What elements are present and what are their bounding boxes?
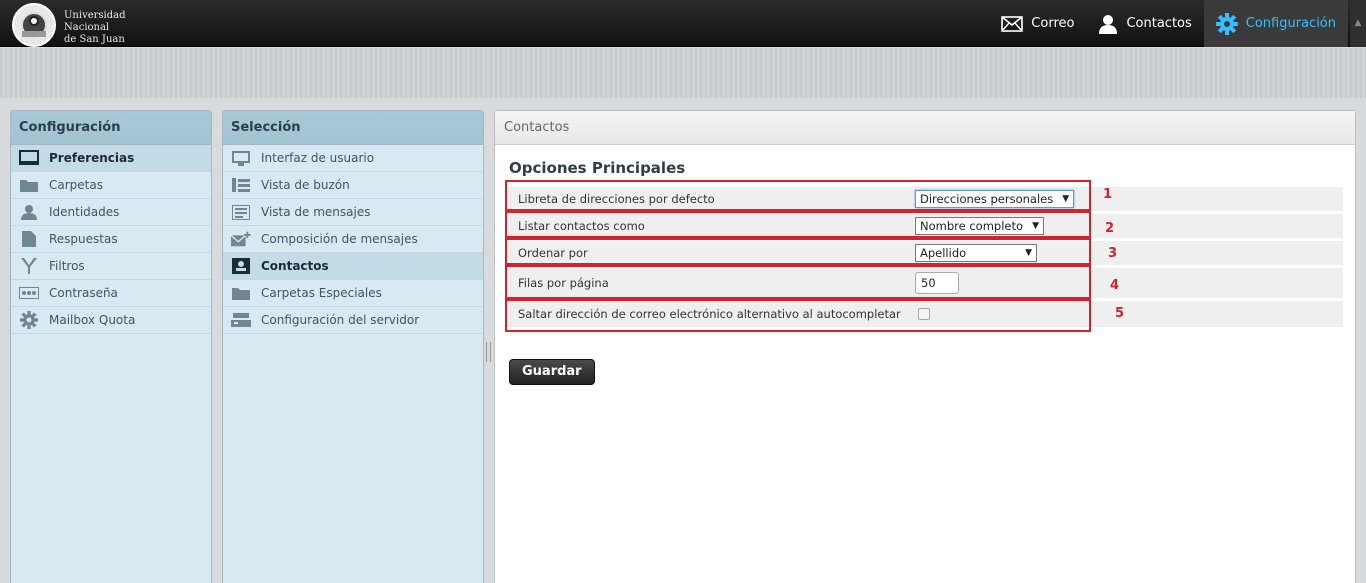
section-item-carpetas-especiales[interactable]: Carpetas Especiales <box>223 280 483 307</box>
password-icon <box>19 285 39 301</box>
header-texture <box>0 48 1366 98</box>
university-name-line3: de San Juan <box>64 34 125 45</box>
section-item-vista-buzon[interactable]: Vista de buzón <box>223 172 483 199</box>
annotation-box-4 <box>505 265 1091 299</box>
sidebar-item-label: Identidades <box>49 205 120 219</box>
monitor-icon <box>19 150 39 166</box>
contact-card-icon <box>231 258 251 274</box>
sidebar-item-preferencias[interactable]: Preferencias <box>11 145 211 172</box>
sidebar-title: Configuración <box>11 111 211 145</box>
sidebar-item-label: Contraseña <box>49 286 118 300</box>
top-nav: Correo Contactos Configuración <box>989 0 1348 47</box>
nav-contacts-button[interactable]: Contactos <box>1086 0 1203 47</box>
section-item-contactos[interactable]: Contactos <box>223 253 483 280</box>
server-icon <box>231 312 251 328</box>
sidebar-item-label: Preferencias <box>49 151 135 165</box>
preferences-panel: Contactos Opciones Principales Libreta d… <box>494 110 1356 583</box>
annotation-number-1: 1 <box>1103 187 1113 202</box>
top-bar: Universidad Nacional de San Juan Correo … <box>0 0 1366 47</box>
annotation-number-4: 4 <box>1110 278 1120 293</box>
settings-sidebar: Configuración Preferencias Carpetas Iden… <box>10 110 212 583</box>
message-icon <box>231 204 251 220</box>
annotation-number-2: 2 <box>1105 221 1115 236</box>
sidebar-item-carpetas[interactable]: Carpetas <box>11 172 211 199</box>
section-list: Selección Interfaz de usuario Vista de b… <box>222 110 484 583</box>
monitor-icon <box>231 150 251 166</box>
section-item-label: Configuración del servidor <box>261 313 420 327</box>
folder-icon <box>19 177 39 193</box>
sidebar-item-mailbox-quota[interactable]: Mailbox Quota <box>11 307 211 334</box>
nav-mail-label: Correo <box>1031 16 1075 31</box>
compose-icon <box>231 231 251 247</box>
sidebar-item-label: Respuestas <box>49 232 118 246</box>
person-icon <box>1099 14 1118 34</box>
sidebar-item-filtros[interactable]: Filtros <box>11 253 211 280</box>
section-item-label: Carpetas Especiales <box>261 286 382 300</box>
university-logo[interactable]: Universidad Nacional de San Juan <box>10 3 126 47</box>
document-icon <box>19 231 39 247</box>
annotation-number-3: 3 <box>1108 246 1118 261</box>
section-list-title: Selección <box>223 111 483 145</box>
annotation-box-2 <box>505 211 1091 238</box>
annotation-number-5: 5 <box>1115 306 1125 321</box>
save-button[interactable]: Guardar <box>509 359 595 385</box>
section-item-label: Contactos <box>261 259 329 273</box>
section-item-vista-mensajes[interactable]: Vista de mensajes <box>223 199 483 226</box>
nav-settings-button[interactable]: Configuración <box>1203 0 1348 47</box>
section-item-interfaz[interactable]: Interfaz de usuario <box>223 145 483 172</box>
university-name-line2: Nacional <box>64 22 110 33</box>
annotation-box-1 <box>505 180 1091 211</box>
sidebar-item-label: Carpetas <box>49 178 103 192</box>
sidebar-item-identidades[interactable]: Identidades <box>11 199 211 226</box>
envelope-icon <box>1001 15 1024 32</box>
user-icon <box>19 204 39 220</box>
nav-contacts-label: Contactos <box>1126 16 1192 31</box>
list-icon <box>231 177 251 193</box>
section-title: Opciones Principales <box>509 159 686 177</box>
sidebar-item-label: Mailbox Quota <box>49 313 136 327</box>
preferences-header: Contactos <box>495 111 1355 145</box>
filter-icon <box>19 258 39 274</box>
nav-settings-label: Configuración <box>1245 16 1336 31</box>
folder-icon <box>231 285 251 301</box>
university-name: Universidad Nacional de San Juan <box>64 10 134 46</box>
sidebar-item-contrasena[interactable]: Contraseña <box>11 280 211 307</box>
university-seal-icon <box>12 3 56 47</box>
sidebar-item-label: Filtros <box>49 259 85 273</box>
section-item-label: Vista de mensajes <box>261 205 371 219</box>
section-item-label: Vista de buzón <box>261 178 350 192</box>
section-item-label: Composición de mensajes <box>261 232 418 246</box>
section-item-label: Interfaz de usuario <box>261 151 375 165</box>
nav-mail-button[interactable]: Correo <box>989 0 1086 47</box>
annotation-box-5 <box>505 299 1091 332</box>
panel-splitter[interactable] <box>486 342 491 362</box>
gear-icon <box>19 311 39 329</box>
gear-icon <box>1215 12 1238 35</box>
nav-scroll-up-icon[interactable]: ▲ <box>1350 0 1366 47</box>
sidebar-item-respuestas[interactable]: Respuestas <box>11 226 211 253</box>
university-name-line1: Universidad <box>64 10 126 21</box>
annotation-box-3 <box>505 238 1091 265</box>
section-item-servidor[interactable]: Configuración del servidor <box>223 307 483 334</box>
section-item-composicion[interactable]: Composición de mensajes <box>223 226 483 253</box>
